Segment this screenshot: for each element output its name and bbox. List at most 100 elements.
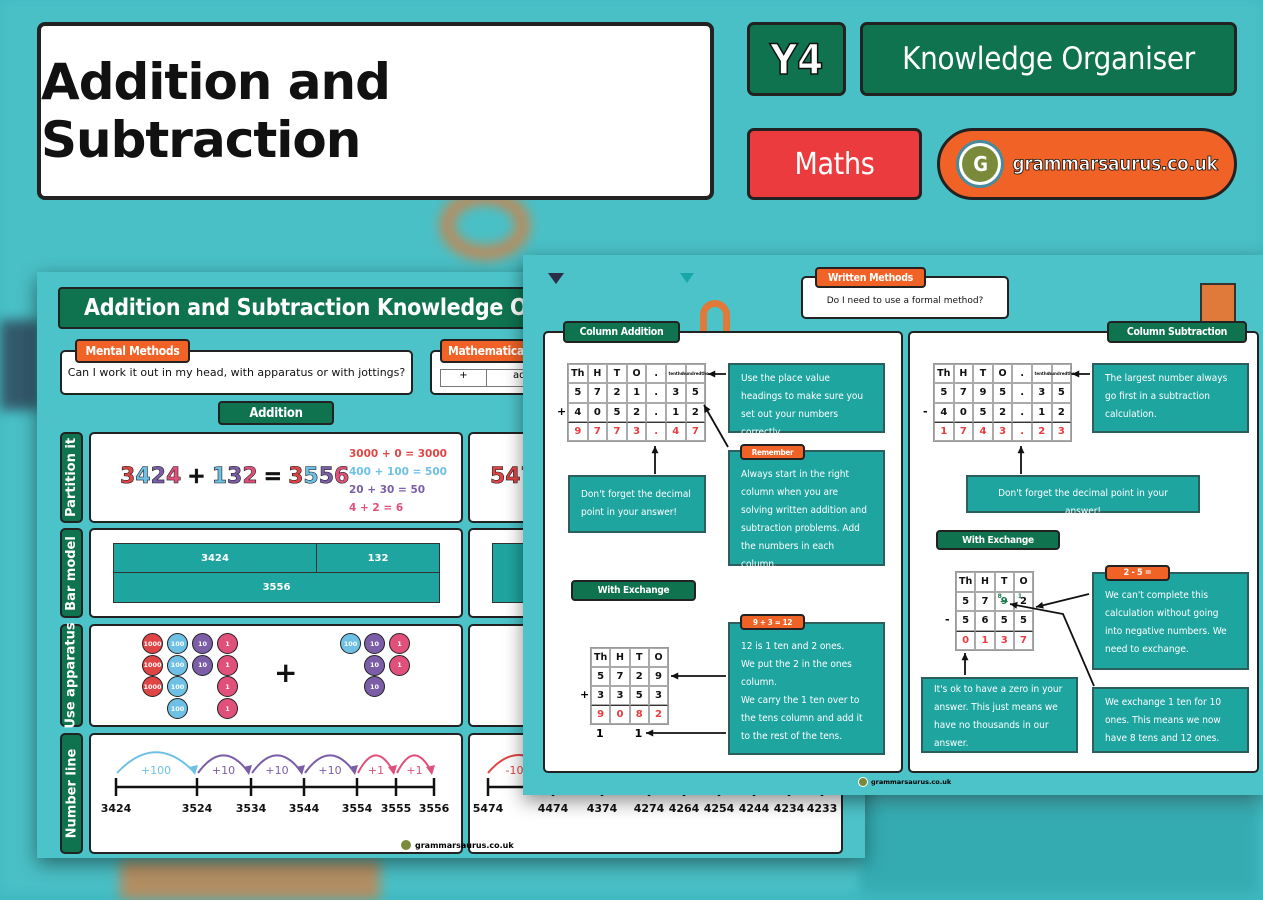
column-header: H — [953, 364, 974, 384]
answer-cell: 9 — [568, 421, 588, 442]
remember-tab-text: Remember — [751, 447, 794, 457]
carry-tab-text: 9 + 3 = 12 — [752, 617, 793, 627]
grammarsaurus-logo-icon — [858, 777, 868, 787]
digit-cell: 2 — [685, 402, 706, 422]
place-value-tip-text: Use the place value headings to make sur… — [741, 373, 864, 438]
answer-cell: 3 — [1051, 421, 1072, 442]
column-header: Th — [568, 364, 588, 384]
decor-plus — [1200, 283, 1236, 323]
digit-cell: 3 — [1031, 383, 1052, 403]
digit-cell: 7 — [587, 383, 608, 403]
column-header: Th — [956, 572, 976, 592]
column-header: O — [992, 364, 1013, 384]
column-header: H — [610, 648, 630, 667]
digit-cell: 2 — [1051, 402, 1072, 422]
digit-cell: . — [646, 383, 666, 403]
exchanged-ones: 1 — [1017, 592, 1023, 600]
answer-cell: 2 — [1031, 421, 1052, 442]
place-value-table: Th H T O. tenths hundredths 5 7 2 1. 3 5 4 0 5 2. 1 2 9 7 7 3… — [567, 363, 708, 443]
column-header: O — [626, 364, 647, 384]
exchange-tab-text: With Exchange — [597, 585, 670, 596]
written-question: Do I need to use a formal method? — [826, 295, 984, 306]
digit-cell: 3 — [665, 383, 686, 403]
digit-cell: 3 — [648, 686, 669, 705]
problem-tab: 2 - 5 = — [1105, 565, 1170, 581]
digit-cell: 5 — [992, 383, 1013, 403]
place-value-table: Th H T O. tenths hundredths 5 7 9 5. 3 5 4 0 5 2. 1 2 1 7 4 3… — [933, 363, 1074, 443]
answer-cell: 1 — [934, 421, 954, 442]
exchange-tab-text: With Exchange — [962, 534, 1034, 546]
zero-answer-text: It's ok to have a zero in your answer. T… — [934, 684, 1063, 749]
column-header: O — [1013, 572, 1034, 592]
front-sheet: Do I need to use a formal method? Writte… — [0, 0, 1263, 893]
column-header: H — [975, 572, 995, 592]
negative-numbers-text: We can't complete this calculation witho… — [1105, 590, 1227, 655]
digit-cell: 1 — [626, 383, 647, 403]
carry-explanation-box: 12 is 1 ten and 2 ones. We put the 2 in … — [728, 622, 885, 755]
digit-cell: 4 — [568, 402, 588, 422]
digit-cell: 5 — [934, 383, 954, 403]
exchange-explanation-text: We exchange 1 ten for 10 ones. This mean… — [1105, 697, 1222, 744]
column-header: hundredths — [682, 364, 708, 384]
operator-sign: + — [557, 404, 567, 418]
problem-tab-text: 2 - 5 = — [1123, 568, 1152, 578]
column-subtraction-tab-text: Column Subtraction — [1126, 326, 1228, 338]
operator-sign: - — [923, 404, 928, 418]
answer-cell: 4 — [665, 421, 686, 442]
digit-cell: 98 — [994, 591, 1014, 611]
written-tab-text: Written Methods — [827, 271, 914, 284]
operator-sign: - — [945, 613, 950, 626]
decimal-tip-text: Don't forget the decimal point in your a… — [998, 488, 1168, 517]
column-header: T — [607, 364, 627, 384]
answer-cell: 4 — [973, 421, 993, 442]
digit-cell: 2 — [626, 402, 647, 422]
digit-cell: 0 — [587, 402, 608, 422]
digit-cell: 5 — [973, 402, 993, 422]
carry-digit: 1 — [596, 727, 604, 740]
answer-cell: 7 — [953, 421, 974, 442]
column-header: . — [1012, 364, 1032, 384]
digit-cell: 5 — [956, 611, 976, 631]
column-header: T — [973, 364, 993, 384]
digit-cell: 2 — [607, 383, 627, 403]
answer-cell: 1 — [975, 630, 995, 650]
digit-cell: 7 — [610, 667, 630, 686]
column-header: hundredths — [1048, 364, 1074, 384]
answer-cell: 3 — [994, 630, 1014, 650]
digit-cell: 5 — [1051, 383, 1072, 403]
answer-cell: 0 — [956, 630, 976, 650]
addition-exchange-tab: With Exchange — [571, 580, 696, 601]
exchange-explanation-box: We exchange 1 ten for 10 ones. This mean… — [1092, 687, 1249, 753]
remember-text: Always start in the right column when yo… — [741, 469, 867, 570]
answer-cell: 0 — [610, 705, 630, 724]
subtraction-decimal-tip: Don't forget the decimal point in your a… — [966, 475, 1200, 517]
digit-cell: 5 — [591, 667, 611, 686]
column-subtraction-tab: Column Subtraction — [1107, 321, 1247, 343]
carry-text: 12 is 1 ten and 2 ones. — [741, 641, 845, 652]
carry-text: We put the 2 in the ones column. — [741, 659, 852, 688]
digit-cell: 3 — [591, 686, 611, 705]
answer-cell: 3 — [626, 421, 647, 442]
digit-cell: 1 — [665, 402, 686, 422]
digit-cell: 5 — [607, 402, 627, 422]
column-header: T — [629, 648, 649, 667]
exchanged-tens: 8 — [997, 592, 1002, 600]
digit-cell: 5 — [685, 383, 706, 403]
column-addition-tab-text: Column Addition — [579, 326, 664, 338]
digit-cell: 7 — [953, 383, 974, 403]
digit-cell: 9 — [648, 667, 669, 686]
digit-cell: . — [1012, 402, 1032, 422]
carry-digit: 1 — [634, 727, 643, 740]
digit-cell: 5 — [956, 591, 976, 611]
column-header: H — [587, 364, 608, 384]
digit-cell: 5 — [568, 383, 588, 403]
answer-cell: 2 — [648, 705, 669, 724]
answer-cell: 7 — [607, 421, 627, 442]
place-value-table: Th H T O 5 7 2 9 3 3 5 3 9 0 8 2 — [590, 647, 670, 725]
largest-first-tip: The largest number always go first in a … — [1092, 363, 1249, 433]
digit-cell: 6 — [975, 611, 995, 631]
digit-cell: . — [646, 402, 666, 422]
remember-tab: Remember — [740, 444, 805, 460]
carry-text: We carry the 1 ten over to the tens colu… — [741, 695, 863, 742]
place-value-table: Th H T O 5 7 9 8 2 1 5 6 5 5 0 1 3 7 — [955, 571, 1035, 651]
